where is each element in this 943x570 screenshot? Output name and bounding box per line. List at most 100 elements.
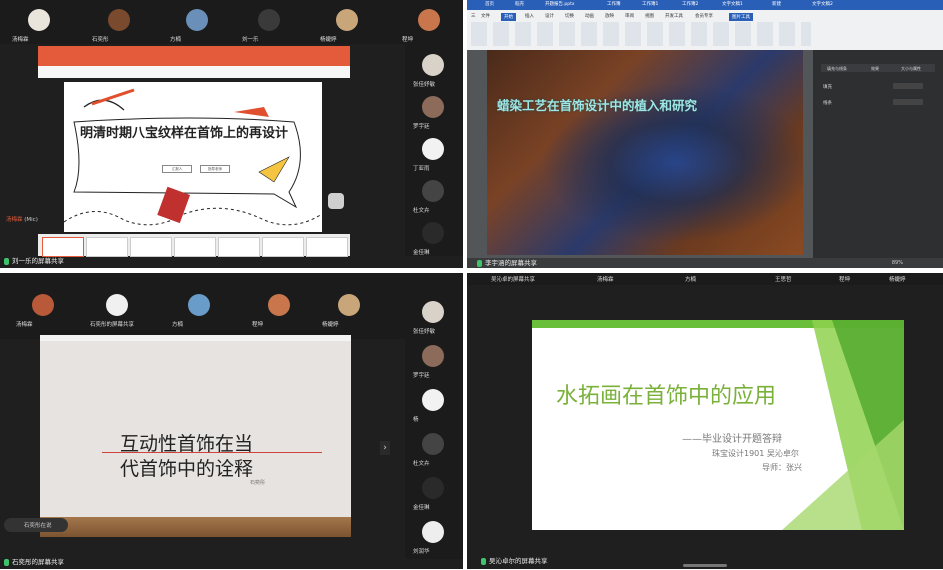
presentation-ribbon xyxy=(38,66,350,78)
avatar xyxy=(32,294,54,316)
panel-dropdown[interactable] xyxy=(893,99,923,105)
slide-overlay-title: 蜡染工艺在首饰设计中的植入和研究 xyxy=(497,98,698,113)
participant-tile[interactable]: 罗宇廷 xyxy=(405,94,463,134)
doc-tab[interactable]: 开题报告.pptx xyxy=(545,1,575,7)
participant-tile[interactable]: 刘润华 xyxy=(405,519,463,559)
participant-tile[interactable]: 汤梅霖 xyxy=(14,291,72,329)
participant-tile[interactable]: 程坤 xyxy=(250,291,308,329)
participant-tile[interactable]: 石奕彤的屏幕共享 xyxy=(88,291,146,329)
video-panel-bottom-right: 吴沁卓的屏幕共享 汤梅霖 方楠 王思哲 程坤 杨婕婷 水拓画在首饰中的应用 ——… xyxy=(467,273,943,569)
participant-tile[interactable]: 刘一乐 xyxy=(240,6,298,44)
menu-item[interactable]: 动画 xyxy=(585,13,594,19)
menu-item[interactable]: 审阅 xyxy=(625,13,634,19)
scroll-indicator[interactable] xyxy=(683,564,727,567)
participant-name: 方楠 xyxy=(685,277,697,283)
participant-tile[interactable]: 罗宇廷 xyxy=(405,343,463,383)
participant-tile[interactable]: 方楠 xyxy=(168,6,226,44)
participant-tile[interactable]: 张佳妤敏 xyxy=(405,52,463,92)
active-speaker-label: 汤梅霖 (Mic) xyxy=(6,215,38,223)
slide-thumbnail[interactable] xyxy=(218,237,260,257)
doc-tab[interactable]: 新建 xyxy=(772,1,781,7)
menu-item[interactable]: 开发工具 xyxy=(665,13,683,19)
doc-tab[interactable]: 工作簿1 xyxy=(642,1,658,7)
participant-tile[interactable]: 方楠 xyxy=(170,291,228,329)
panel-tab[interactable]: 填充与线条 xyxy=(827,66,847,72)
menu-item[interactable]: 开始 xyxy=(501,13,516,21)
panel-item[interactable]: 线条 xyxy=(823,100,832,106)
participant-name: 王思哲 xyxy=(775,277,792,283)
participant-name: 方楠 xyxy=(172,322,184,328)
participant-name: 汤梅霖 xyxy=(16,322,33,328)
microphone-icon xyxy=(481,557,486,565)
chevron-right-icon[interactable]: › xyxy=(380,441,390,455)
participant-name: 石奕彤 xyxy=(92,37,109,43)
status-bar: 89% xyxy=(467,258,943,268)
participant-tile[interactable]: 金佳琳 xyxy=(405,475,463,515)
panel-tab[interactable]: 效果 xyxy=(871,66,879,72)
menu-item[interactable]: 文件 xyxy=(481,13,490,19)
menu-item[interactable]: 三 xyxy=(471,13,476,19)
participant-name: 罗宇廷 xyxy=(413,373,430,379)
microphone-icon xyxy=(477,259,482,267)
video-panel-top-left: 汤梅霖 石奕彤 方楠 刘一乐 杨婕婷 程坤 张佳妤敏 罗宇廷 丁亚雨 杜文卉 金… xyxy=(0,0,463,268)
slide-thumbnail[interactable] xyxy=(86,237,128,257)
participant-tile[interactable]: 张佳妤敏 xyxy=(405,299,463,339)
microphone-icon xyxy=(4,257,9,265)
participant-tile[interactable]: 程坤 xyxy=(400,6,458,44)
menu-item[interactable]: 插入 xyxy=(525,13,534,19)
slide-thumbnail[interactable] xyxy=(42,237,84,257)
doc-tab[interactable]: 工作簿 xyxy=(607,1,621,7)
panel-dropdown[interactable] xyxy=(893,83,923,89)
participant-tile[interactable]: 杜文卉 xyxy=(405,431,463,471)
participant-tile[interactable]: 杜文卉 xyxy=(405,178,463,218)
participant-tile[interactable]: 杨婕婷 xyxy=(318,6,376,44)
screen-share-caption: 石奕彤的屏幕共享 xyxy=(4,556,64,566)
doc-tab[interactable]: 工作簿2 xyxy=(682,1,698,7)
panel-tab[interactable]: 大小与属性 xyxy=(901,66,921,72)
participant-strip: 汤梅霖 石奕彤的屏幕共享 方楠 程坤 杨婕婷 xyxy=(0,273,463,339)
slide-canvas: 明清时期八宝纹样在首饰上的再设计 汇报人 指导老师 xyxy=(64,82,322,232)
participant-name: 杨婕婷 xyxy=(320,37,337,43)
menu-item[interactable]: 图片工具 xyxy=(729,13,753,21)
menu-item[interactable]: 会员专享 xyxy=(695,13,713,19)
doc-tab[interactable]: 文字文稿2 xyxy=(812,1,833,7)
slide-thumbnail[interactable] xyxy=(130,237,172,257)
doc-tab[interactable]: 文字文稿1 xyxy=(722,1,743,7)
menu-item[interactable]: 设计 xyxy=(545,13,554,19)
video-panel-top-right: 首页 稻壳 开题报告.pptx 工作簿 工作簿1 工作簿2 文字文稿1 新建 文… xyxy=(467,0,943,268)
doc-tab[interactable]: 稻壳 xyxy=(515,1,524,7)
screen-share-caption: 李宇涵的屏幕共享 xyxy=(477,257,537,267)
screen-share-caption: 刘一乐的屏幕共享 xyxy=(4,255,64,265)
ribbon-tools[interactable] xyxy=(471,22,811,46)
avatar xyxy=(422,477,444,499)
avatar xyxy=(422,389,444,411)
slide-floor xyxy=(40,517,351,537)
avatar xyxy=(422,54,444,76)
record-button[interactable] xyxy=(328,193,344,209)
caption-text: 吴沁卓尔的屏幕共享 xyxy=(489,557,548,565)
menu-item[interactable]: 放映 xyxy=(605,13,614,19)
participant-tile[interactable]: 杨婕婷 xyxy=(320,291,378,329)
participant-tile[interactable]: 汤梅霖 xyxy=(10,6,68,44)
slide-thumbnail[interactable] xyxy=(306,237,348,257)
participant-name: 汤梅霖 xyxy=(12,37,29,43)
slide-thumbnail[interactable] xyxy=(174,237,216,257)
doc-tab[interactable]: 首页 xyxy=(485,1,494,7)
participant-tile[interactable]: 金佳琳 xyxy=(405,220,463,260)
slide-button-left: 汇报人 xyxy=(162,165,192,173)
properties-panel: 填充与线条 效果 大小与属性 填充 线条 xyxy=(813,50,943,260)
menu-item[interactable]: 切换 xyxy=(565,13,574,19)
avatar xyxy=(422,345,444,367)
menu-item[interactable]: 视图 xyxy=(645,13,654,19)
slide-decoration xyxy=(64,88,322,226)
participant-tile[interactable]: 丁亚雨 xyxy=(405,136,463,176)
avatar xyxy=(422,180,444,202)
avatar xyxy=(422,521,444,543)
participant-tile[interactable]: 石奕彤 xyxy=(90,6,148,44)
panel-item[interactable]: 填充 xyxy=(823,84,832,90)
zoom-level[interactable]: 89% xyxy=(892,260,903,266)
slide-thumbnail-strip[interactable] xyxy=(38,234,350,257)
slide-thumbnail[interactable] xyxy=(262,237,304,257)
participant-name: 杨婕婷 xyxy=(889,277,906,283)
participant-tile[interactable]: 杨 xyxy=(405,387,463,427)
